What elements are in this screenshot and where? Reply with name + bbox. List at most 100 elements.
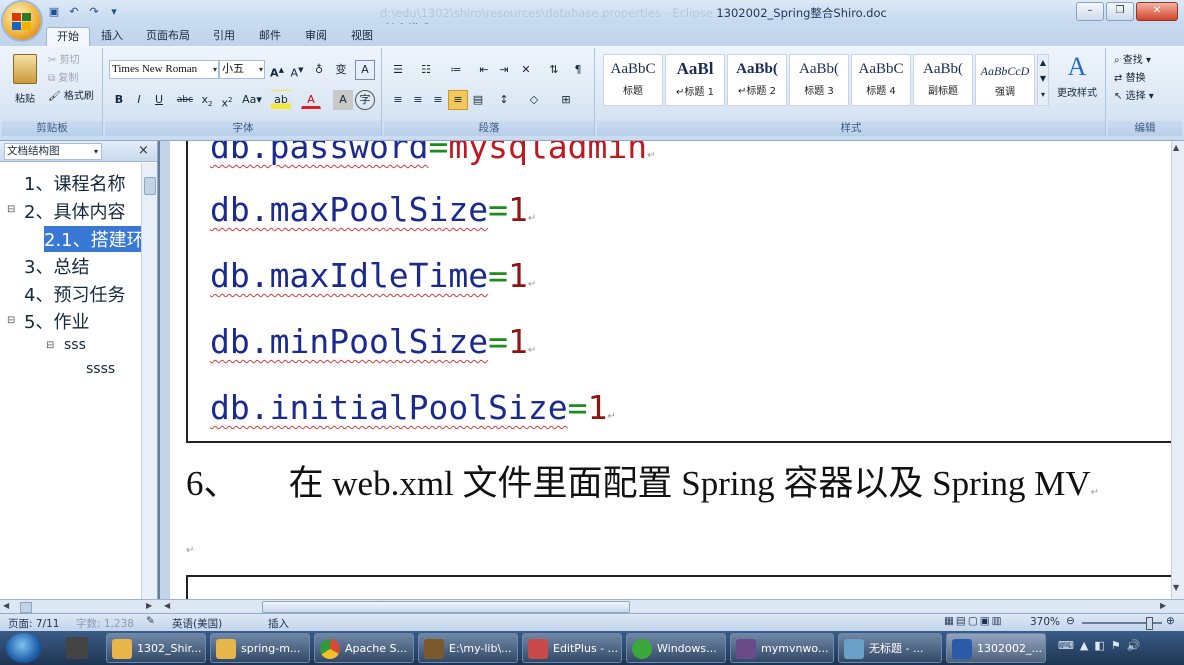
sort-icon[interactable]: ⇅ <box>544 60 564 80</box>
increase-indent-icon[interactable]: ⇥ <box>494 60 514 80</box>
show-marks-icon[interactable]: ¶ <box>568 60 588 80</box>
style-heading-1[interactable]: AaBl ↵标题 1 <box>665 54 725 106</box>
pane-scroll-thumb[interactable] <box>20 602 32 613</box>
taskbar-item[interactable]: Windows... <box>626 633 726 663</box>
taskbar-item[interactable]: Apache S... <box>314 633 414 663</box>
multilevel-list-icon[interactable]: ≔ <box>446 60 466 80</box>
horizontal-scrollbar[interactable]: ◀ ▶ ◀ ▶ <box>0 599 1184 614</box>
nav-item-setup-env[interactable]: 2.1、搭建环 <box>44 226 141 252</box>
nav-item-content[interactable]: 2、具体内容 <box>24 198 140 224</box>
character-shading-icon[interactable]: A <box>333 90 353 110</box>
nav-item-preview-task[interactable]: 4、预习任务 <box>24 281 140 307</box>
redo-icon[interactable]: ↷ <box>86 4 102 20</box>
nav-item-homework[interactable]: 5、作业 <box>24 308 140 334</box>
bullets-icon[interactable]: ☰ <box>388 60 408 80</box>
start-button[interactable] <box>6 633 42 663</box>
align-right-icon[interactable]: ≡ <box>428 90 448 110</box>
distributed-icon[interactable]: ▤ <box>468 90 488 110</box>
paste-button[interactable]: 粘贴 <box>10 52 40 114</box>
taskbar-item[interactable]: E:\my-lib\... <box>418 633 518 663</box>
tab-references[interactable]: 引用 <box>204 27 244 46</box>
taskbar-item[interactable]: mymvnwo... <box>730 633 834 663</box>
align-center-icon[interactable]: ≡ <box>408 90 428 110</box>
tab-insert[interactable]: 插入 <box>92 27 132 46</box>
superscript-icon[interactable]: x2 <box>217 90 237 110</box>
taskbar-item[interactable]: 1302_Shir... <box>106 633 206 663</box>
scroll-thumb[interactable] <box>262 601 630 613</box>
office-button[interactable] <box>3 2 41 40</box>
font-color-icon[interactable]: A <box>301 90 321 109</box>
italic-icon[interactable]: I <box>129 90 149 110</box>
clear-format-icon[interactable]: ♁ <box>309 60 329 80</box>
close-pane-button[interactable]: × <box>138 143 149 158</box>
undo-icon[interactable]: ↶ <box>66 4 82 20</box>
zoom-slider-thumb[interactable] <box>1146 617 1153 630</box>
bold-icon[interactable]: B <box>109 90 129 110</box>
pinned-app-icon[interactable] <box>66 637 88 659</box>
font-name-combo[interactable]: Times New Roman ▾ <box>109 60 219 79</box>
pane-view-dropdown[interactable]: 文档结构图 ▾ <box>4 143 102 160</box>
cut-button[interactable]: ✂ 剪切 <box>48 52 80 70</box>
subscript-icon[interactable]: x2 <box>197 90 217 110</box>
highlight-icon[interactable]: ab <box>271 90 291 110</box>
tab-mailings[interactable]: 邮件 <box>250 27 290 46</box>
tab-view[interactable]: 视图 <box>342 27 382 46</box>
collapse-icon[interactable]: ⊟ <box>46 340 54 351</box>
line-spacing-icon[interactable]: ↕ <box>494 90 514 110</box>
chinese-layout-icon[interactable]: ✕ <box>516 60 536 80</box>
scroll-down-icon[interactable]: ▼ <box>1173 583 1179 592</box>
language-indicator[interactable]: 英语(美国) <box>172 616 222 631</box>
close-button[interactable]: ✕ <box>1136 2 1178 21</box>
taskbar-item[interactable]: 1302002_... <box>946 633 1046 663</box>
collapse-icon[interactable]: ⊟ <box>7 315 15 326</box>
page-indicator[interactable]: 页面: 7/11 <box>8 616 59 631</box>
style-heading-3[interactable]: AaBb(标题 3 <box>789 54 849 106</box>
zoom-level[interactable]: 370% <box>1030 616 1060 628</box>
nav-item-sss[interactable]: sss <box>64 337 86 353</box>
find-button[interactable]: ⌕ 查找 ▾ <box>1114 52 1151 70</box>
borders-icon[interactable]: ⊞ <box>556 90 576 110</box>
nav-item-course-name[interactable]: 1、课程名称 <box>24 170 140 196</box>
phonetic-guide-icon[interactable]: 变 <box>331 60 351 80</box>
proofing-icon[interactable]: ✎ <box>146 615 155 627</box>
change-case-icon[interactable]: Aa▾ <box>239 90 265 110</box>
pane-scrollbar[interactable] <box>141 163 157 599</box>
scroll-thumb[interactable] <box>144 177 156 195</box>
grow-font-icon[interactable]: A▲ <box>267 60 287 80</box>
justify-icon[interactable]: ≡ <box>448 90 468 110</box>
shading-icon[interactable]: ◇ <box>524 90 544 110</box>
select-button[interactable]: ↖ 选择 ▾ <box>1114 88 1154 106</box>
zoom-out-icon[interactable]: ⊖ <box>1066 615 1075 627</box>
vertical-scrollbar[interactable]: ▲ ▼ <box>1171 141 1184 599</box>
taskbar-item[interactable]: 无标题 - ... <box>838 633 942 663</box>
nav-item-summary[interactable]: 3、总结 <box>24 253 140 279</box>
align-left-icon[interactable]: ≡ <box>388 90 408 110</box>
font-size-combo[interactable]: 小五 ▾ <box>219 60 265 79</box>
document-area[interactable]: db.password=mysqladmin↵ db.maxPoolSize=1… <box>170 141 1171 599</box>
save-icon[interactable]: ▣ <box>46 4 62 20</box>
style-title[interactable]: AaBbC 标题 <box>603 54 663 106</box>
scroll-left-icon[interactable]: ◀ <box>3 601 9 610</box>
scroll-right-icon[interactable]: ▶ <box>1160 601 1166 610</box>
shrink-font-icon[interactable]: A▼ <box>287 60 307 80</box>
decrease-indent-icon[interactable]: ⇤ <box>474 60 494 80</box>
zoom-in-icon[interactable]: ⊕ <box>1166 615 1175 627</box>
format-painter-button[interactable]: 🖌 格式刷 <box>48 88 94 106</box>
enclose-characters-icon[interactable]: 字 <box>355 90 375 110</box>
change-styles-button[interactable]: A 更改样式 <box>1053 52 1101 114</box>
style-subtitle[interactable]: AaBb(副标题 <box>913 54 973 106</box>
numbering-icon[interactable]: ☷ <box>416 60 436 80</box>
nav-item-ssss[interactable]: ssss <box>86 361 115 377</box>
scroll-up-icon[interactable]: ▲ <box>1173 143 1179 152</box>
scroll-right-icon[interactable]: ▶ <box>146 601 152 610</box>
scroll-left-icon[interactable]: ◀ <box>164 601 170 610</box>
minimize-button[interactable]: – <box>1076 2 1104 21</box>
style-heading-4[interactable]: AaBbC 标题 4 <box>851 54 911 106</box>
strikethrough-icon[interactable]: abc <box>175 90 195 110</box>
insert-mode[interactable]: 插入 <box>268 616 289 631</box>
collapse-icon[interactable]: ⊟ <box>7 204 15 215</box>
view-buttons-icon[interactable]: ▦▤▢▣▥ <box>944 615 1004 627</box>
styles-scroll[interactable]: ▲ ▼ ▾ <box>1037 54 1049 106</box>
tab-home[interactable]: 开始 <box>46 27 90 47</box>
restore-button[interactable]: ❐ <box>1106 2 1134 21</box>
